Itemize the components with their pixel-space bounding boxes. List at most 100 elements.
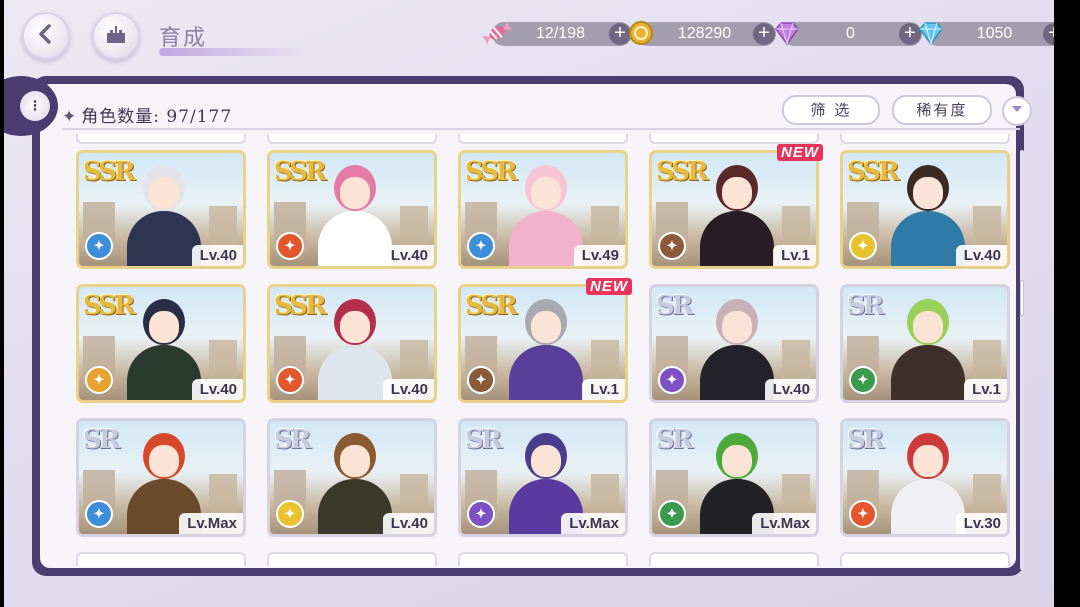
attribute-icon: ✦ — [276, 500, 304, 528]
sparkle-icon: ✦ — [62, 107, 78, 127]
sort-rarity-button[interactable]: 稀有度 — [892, 95, 992, 125]
attribute-icon: ✦ — [276, 232, 304, 260]
level-label: Lv.40 — [382, 245, 434, 266]
character-body — [700, 345, 774, 400]
character-body — [318, 479, 392, 534]
character-card[interactable]: SR ✦ Lv.40 — [267, 418, 437, 537]
character-card[interactable]: SSR ✦ Lv.40 — [267, 150, 437, 269]
character-card[interactable]: SR ✦ Lv.30 — [840, 418, 1010, 537]
attribute-icon: ✦ — [849, 500, 877, 528]
card-building — [400, 206, 428, 246]
character-body — [891, 211, 965, 266]
character-face — [340, 177, 370, 209]
chevron-down-icon — [1010, 102, 1024, 121]
rarity-label: SR — [274, 425, 311, 455]
character-face — [913, 445, 943, 477]
character-face — [149, 177, 179, 209]
card-building — [209, 474, 237, 514]
character-face — [913, 177, 943, 209]
character-card[interactable]: SR ✦ Lv.Max — [458, 418, 628, 537]
level-label: Lv.40 — [191, 379, 243, 400]
list-scrollbar[interactable] — [1020, 150, 1024, 570]
character-body — [891, 479, 965, 534]
character-card[interactable]: SSR ✦ Lv.40 — [76, 150, 246, 269]
rarity-label: SR — [847, 291, 884, 321]
resource-coin: 128290 + — [629, 21, 776, 46]
diamond-icon — [914, 16, 948, 50]
next-row-card — [458, 552, 628, 566]
card-building — [591, 340, 619, 380]
character-card[interactable]: SSR ✦ Lv.1 — [649, 150, 819, 269]
character-card[interactable]: SR ✦ Lv.1 — [840, 284, 1010, 403]
character-card[interactable]: SSR ✦ Lv.40 — [76, 284, 246, 403]
card-building — [782, 474, 810, 514]
character-body — [891, 345, 965, 400]
rarity-label: SSR — [274, 291, 327, 321]
back-button[interactable] — [22, 12, 70, 60]
character-card[interactable]: SSR ✦ Lv.49 — [458, 150, 628, 269]
castle-icon — [104, 22, 128, 51]
scrollbar-thumb[interactable] — [1020, 280, 1024, 316]
card-building — [400, 340, 428, 380]
prev-row-card — [76, 134, 246, 144]
resource-paid-gem: 0 + — [775, 22, 922, 46]
level-label: Lv.49 — [573, 245, 625, 266]
character-grid: SSR ✦ Lv.40 SSR ✦ Lv.40 SSR ✦ Lv.49 SSR ✦ Lv.1 NEW SS… — [70, 134, 1020, 566]
rarity-label: SR — [656, 291, 693, 321]
filter-button-label: 筛 选 — [810, 101, 852, 119]
rarity-label: SSR — [465, 291, 518, 321]
attribute-icon: ✦ — [467, 500, 495, 528]
level-label: Lv.40 — [764, 379, 816, 400]
character-card[interactable]: SSR ✦ Lv.40 — [267, 284, 437, 403]
rarity-label: SSR — [274, 157, 327, 187]
card-building — [973, 340, 1001, 380]
character-portrait — [507, 295, 585, 400]
card-building — [973, 206, 1001, 246]
rarity-label: SR — [656, 425, 693, 455]
filter-button[interactable]: 筛 选 — [782, 95, 880, 125]
candy-icon — [480, 16, 514, 50]
character-card[interactable]: SR ✦ Lv.Max — [76, 418, 246, 537]
level-label: Lv.30 — [955, 513, 1007, 534]
free-gem-add-button[interactable]: + — [1043, 23, 1054, 45]
rarity-label: SR — [847, 425, 884, 455]
sort-order-button[interactable] — [1002, 96, 1032, 126]
chevron-left-icon — [35, 23, 57, 50]
new-badge: NEW — [777, 144, 823, 161]
level-label: Lv.1 — [964, 379, 1007, 400]
character-body — [509, 345, 583, 400]
card-building — [591, 474, 619, 514]
drawer-handle-icon: ⁝ — [20, 91, 50, 121]
character-body — [127, 211, 201, 266]
level-label: Lv.1 — [773, 245, 816, 266]
rarity-label: SSR — [83, 157, 136, 187]
home-button[interactable] — [92, 12, 140, 60]
character-body — [318, 345, 392, 400]
character-card[interactable]: SR ✦ Lv.Max — [649, 418, 819, 537]
level-label: Lv.40 — [191, 245, 243, 266]
rarity-label: SR — [465, 425, 502, 455]
rarity-label: SSR — [847, 157, 900, 187]
attribute-icon: ✦ — [85, 366, 113, 394]
attribute-icon: ✦ — [467, 232, 495, 260]
card-building — [782, 340, 810, 380]
attribute-icon: ✦ — [276, 366, 304, 394]
rarity-label: SSR — [83, 291, 136, 321]
prev-row-card — [267, 134, 437, 144]
character-card[interactable]: SR ✦ Lv.40 — [649, 284, 819, 403]
character-face — [149, 445, 179, 477]
header-divider — [62, 128, 1020, 130]
card-building — [782, 206, 810, 246]
attribute-icon: ✦ — [658, 232, 686, 260]
character-face — [149, 311, 179, 343]
attribute-icon: ✦ — [849, 366, 877, 394]
card-building — [400, 474, 428, 514]
character-face — [913, 311, 943, 343]
level-label: Lv.Max — [752, 513, 816, 534]
character-card[interactable]: SSR ✦ Lv.1 — [458, 284, 628, 403]
attribute-icon: ✦ — [85, 232, 113, 260]
next-row-card — [840, 552, 1010, 566]
character-card[interactable]: SSR ✦ Lv.40 — [840, 150, 1010, 269]
prev-row-card — [840, 134, 1010, 144]
character-body — [318, 211, 392, 266]
